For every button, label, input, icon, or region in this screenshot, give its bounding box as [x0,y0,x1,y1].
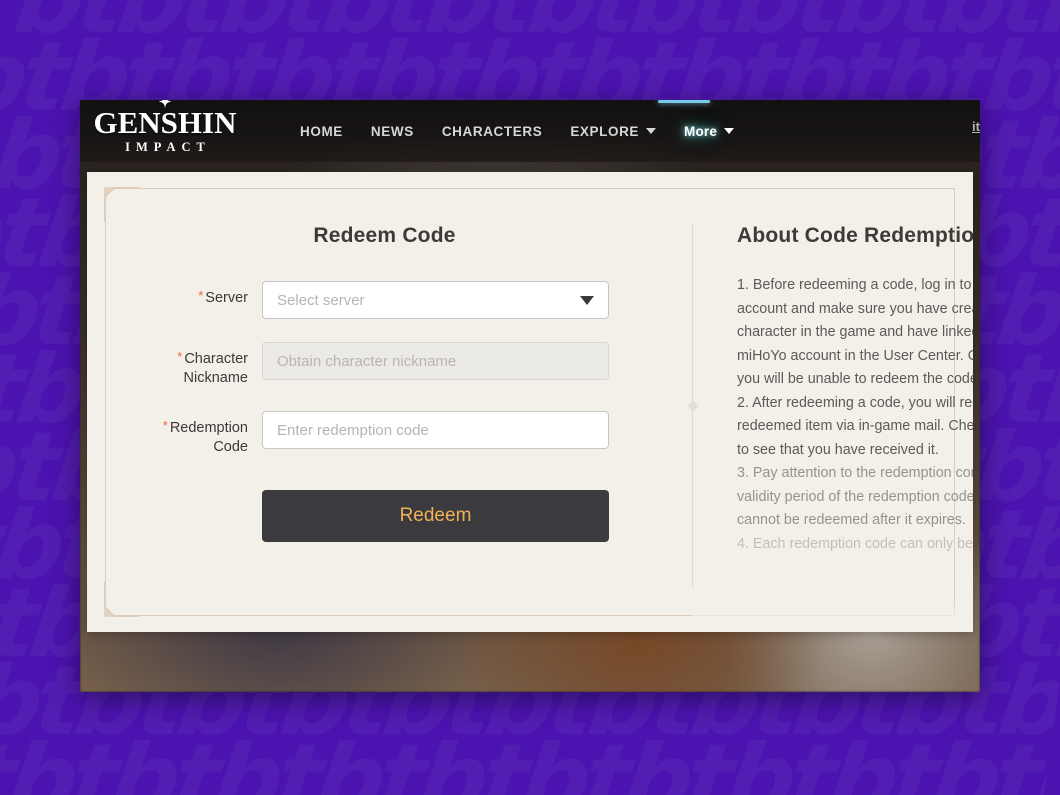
page-title: Redeem Code [313,224,456,247]
site-navbar: ✦ GENSHIN IMPACT HOME NEWS CHARACTERS EX… [80,100,980,162]
nav-item-explore[interactable]: EXPLORE [556,118,670,145]
required-asterisk-icon: * [177,349,183,364]
form-row-server: * Server Select server [87,281,692,319]
logo-wordmark: ✦ GENSHIN [82,100,248,139]
about-paragraph-2: 2. After redeeming a code, you will rece… [737,394,973,458]
chevron-down-icon [724,128,735,134]
about-column: About Code Redemption 1. Before redeemin… [692,172,973,632]
purple-patterned-backdrop: btbtbtbtbtbtbtbtbtbtbtbtbtbtbtbt btbtbtbt… [0,0,1060,795]
label-text-line2: Nickname [183,370,248,386]
nav-item-label: More [684,123,718,139]
about-paragraph-4: 4. Each redemption code can only be used… [737,535,973,552]
required-asterisk-icon: * [198,288,204,303]
label-redemption-code: * Redemption Code [87,411,262,457]
browser-screenshot-window: ✦ GENSHIN IMPACT HOME NEWS CHARACTERS EX… [80,100,980,692]
background-pattern-row: btbtbtbtbtbtbtbtbtbtbtbtbtbtbtbt [0,740,1052,795]
nav-right-link[interactable]: it [972,119,980,134]
character-nickname-placeholder: Obtain character nickname [277,352,457,370]
chevron-down-icon [580,295,594,305]
label-text: Server [205,290,248,306]
nav-item-label: HOME [300,123,343,139]
redeem-code-card: Redeem Code * Server Select server * Cha… [87,172,973,632]
nav-item-news[interactable]: NEWS [357,118,428,145]
form-row-redemption-code: * Redemption Code Enter redemption code [87,411,692,457]
redeem-form-column: Redeem Code * Server Select server * Cha… [87,172,692,632]
about-text: 1. Before redeeming a code, log in to yo… [737,274,973,556]
about-title: About Code Redemption [737,224,973,247]
chevron-down-icon [646,128,657,134]
redeem-form: * Server Select server * Character Nickn… [87,281,692,542]
nav-item-home[interactable]: HOME [286,118,357,145]
form-row-character-nickname: * Character Nickname Obtain character nic… [87,342,692,388]
label-text-line2: Code [213,439,248,455]
label-text-line1: Character [184,351,248,367]
label-character-nickname: * Character Nickname [87,342,262,388]
about-bottom-fade [692,598,973,632]
background-pattern-row: btbtbtbtbtbtbtbtbtbtbtbtbtbtbtbt [11,0,1060,38]
about-paragraph-3: 3. Pay attention to the redemption condi… [737,465,973,528]
redeem-button[interactable]: Redeem [262,490,609,542]
character-nickname-input[interactable]: Obtain character nickname [262,342,609,380]
label-text-line1: Redemption [169,420,248,436]
active-tab-indicator [658,100,710,103]
about-paragraph-1: 1. Before redeeming a code, log in to yo… [737,277,973,387]
required-asterisk-icon: * [162,418,168,433]
nav-item-label: EXPLORE [570,123,640,139]
card-columns: Redeem Code * Server Select server * Cha… [87,172,973,632]
sparkle-icon: ✦ [158,100,172,111]
server-select[interactable]: Select server [262,281,609,319]
logo-sub-text: IMPACT [125,140,211,154]
label-server: * Server [87,281,262,308]
nav-links: HOME NEWS CHARACTERS EXPLORE More [286,118,748,145]
nav-item-more[interactable]: More [670,118,748,145]
nav-item-label: NEWS [370,123,414,139]
nav-item-characters[interactable]: CHARACTERS [428,118,557,145]
server-select-placeholder: Select server [277,291,365,309]
redemption-code-input[interactable]: Enter redemption code [262,411,609,449]
genshin-impact-logo[interactable]: ✦ GENSHIN IMPACT [80,100,248,155]
redemption-code-placeholder: Enter redemption code [277,421,429,439]
nav-item-label: CHARACTERS [441,123,543,139]
